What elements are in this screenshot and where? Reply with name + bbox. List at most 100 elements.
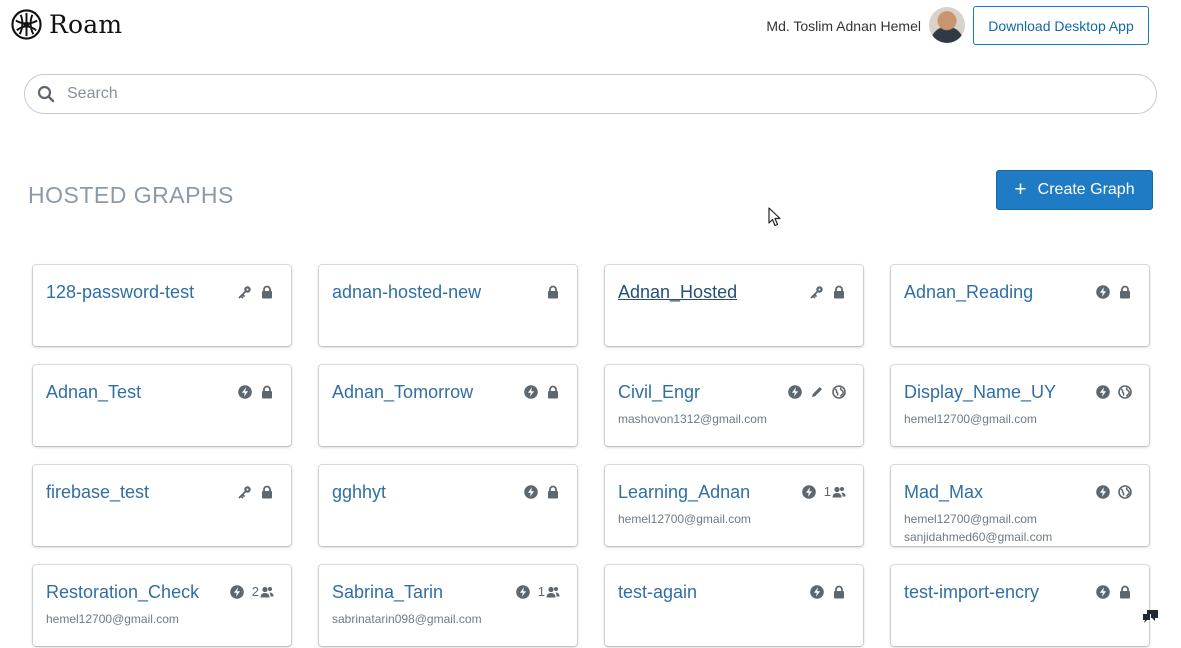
graph-name-link[interactable]: Adnan_Hosted [618, 282, 737, 303]
graph-name-link[interactable]: test-import-encry [904, 582, 1039, 603]
graph-card[interactable]: Sabrina_Tarin 1 sabrinatarin098@gmail.com [319, 565, 577, 646]
bolt-icon [515, 584, 530, 599]
graph-name-link[interactable]: 128-password-test [46, 282, 194, 303]
graph-status-icons: 2 [229, 584, 274, 599]
people-icon [546, 585, 560, 599]
graph-owner-emails: hemel12700@gmail.com [618, 510, 751, 528]
owner-email: sanjidahmed60@gmail.com [904, 530, 1053, 544]
lock-icon [1118, 285, 1132, 299]
bolt-icon [801, 484, 816, 499]
create-graph-label: Create Graph [1037, 181, 1135, 198]
graph-owner-emails: hemel12700@gmail.com sanjidahmed60@gmail.… [904, 510, 1052, 546]
graph-name-link[interactable]: Mad_Max [904, 482, 983, 503]
graph-status-icons [810, 584, 846, 599]
owner-email: hemel12700@gmail.com [904, 512, 1037, 526]
roam-logo-icon [11, 9, 42, 40]
lock-icon [832, 585, 846, 599]
shared-count: 1 [823, 484, 831, 499]
graph-name-link[interactable]: Civil_Engr [618, 382, 700, 403]
search-bar[interactable] [24, 74, 1157, 114]
graph-card[interactable]: Restoration_Check 2 hemel12700@gmail.com [33, 565, 291, 646]
graph-card[interactable]: Learning_Adnan 1 hemel12700@gmail.com [605, 465, 863, 546]
graph-owner-emails: hemel12700@gmail.com [904, 410, 1037, 428]
graph-card[interactable]: firebase_test [33, 465, 291, 546]
section-title-hosted-graphs: HOSTED GRAPHS [28, 182, 234, 208]
lock-icon [546, 485, 560, 499]
graph-card[interactable]: 128-password-test [33, 265, 291, 346]
shared-count: 2 [251, 584, 259, 599]
graph-name-link[interactable]: Restoration_Check [46, 582, 199, 603]
shared-users: 2 [252, 584, 274, 599]
graph-name-link[interactable]: Display_Name_UY [904, 382, 1056, 403]
graph-card[interactable]: Display_Name_UY hemel12700@gmail.com [891, 365, 1149, 446]
globe-icon [1118, 384, 1132, 399]
shared-count: 1 [537, 584, 545, 599]
graph-card[interactable]: Mad_Max hemel12700@gmail.com sanjidahmed60… [891, 465, 1149, 546]
people-icon [260, 585, 274, 599]
graph-name-link[interactable]: gghhyt [332, 482, 386, 503]
lock-icon [260, 385, 274, 399]
graph-status-icons [238, 284, 274, 299]
lock-icon [546, 285, 560, 299]
key-icon [238, 285, 252, 299]
graph-status-icons [238, 384, 274, 399]
graph-status-icons [1096, 584, 1132, 599]
shared-users: 1 [824, 484, 846, 499]
lock-icon [260, 285, 274, 299]
graph-card[interactable]: test-import-encry [891, 565, 1149, 646]
graph-name-link[interactable]: adnan-hosted-new [332, 282, 481, 303]
graph-card[interactable]: Adnan_Hosted [605, 265, 863, 346]
bolt-icon [1096, 484, 1110, 499]
graph-status-icons [546, 284, 560, 299]
download-desktop-app-button[interactable]: Download Desktop App [973, 6, 1149, 45]
top-bar: Roam Md. Toslim Adnan Hemel Download Des… [0, 0, 1181, 52]
mouse-cursor-icon [768, 207, 781, 227]
search-icon [37, 85, 55, 103]
graph-name-link[interactable]: Adnan_Test [46, 382, 141, 403]
graph-card[interactable]: gghhyt [319, 465, 577, 546]
user-name: Md. Toslim Adnan Hemel [766, 18, 921, 34]
graph-status-icons: 1 [515, 584, 560, 599]
lock-icon [260, 485, 274, 499]
avatar[interactable] [929, 7, 965, 43]
lock-icon [546, 385, 560, 399]
graph-card[interactable]: Adnan_Reading [891, 265, 1149, 346]
plus-icon: + [1014, 177, 1027, 201]
owner-email: hemel12700@gmail.com [46, 612, 179, 626]
roam-logo[interactable]: Roam [11, 9, 122, 40]
graph-card[interactable]: Adnan_Test [33, 365, 291, 446]
graph-status-icons [788, 384, 846, 399]
pencil-icon [810, 385, 824, 399]
bolt-icon [238, 384, 252, 399]
graph-status-icons [1096, 284, 1132, 299]
owner-email: sabrinatarin098@gmail.com [332, 612, 482, 626]
graph-status-icons [524, 484, 560, 499]
graph-name-link[interactable]: Adnan_Reading [904, 282, 1033, 303]
chat-icon[interactable] [1142, 608, 1160, 626]
shared-users: 1 [538, 584, 560, 599]
search-input[interactable] [67, 85, 1067, 103]
graph-name-link[interactable]: Adnan_Tomorrow [332, 382, 473, 403]
app-name: Roam [49, 10, 123, 39]
graph-card[interactable]: Civil_Engr mashovon1312@gmail.com [605, 365, 863, 446]
graph-status-icons [524, 384, 560, 399]
graph-status-icons: 1 [801, 484, 846, 499]
graph-card[interactable]: adnan-hosted-new [319, 265, 577, 346]
graph-name-link[interactable]: test-again [618, 582, 697, 603]
graph-name-link[interactable]: Sabrina_Tarin [332, 582, 443, 603]
graph-status-icons [1096, 384, 1132, 399]
bolt-icon [524, 384, 538, 399]
graph-owner-emails: mashovon1312@gmail.com [618, 410, 767, 428]
create-graph-button[interactable]: + Create Graph [996, 170, 1153, 210]
graph-card[interactable]: Adnan_Tomorrow [319, 365, 577, 446]
graph-owner-emails: sabrinatarin098@gmail.com [332, 610, 482, 628]
bolt-icon [1096, 284, 1110, 299]
graph-name-link[interactable]: Learning_Adnan [618, 482, 750, 503]
bolt-icon [524, 484, 538, 499]
bolt-icon [229, 584, 244, 599]
graph-status-icons [810, 284, 846, 299]
graph-grid: 128-password-test adnan-hosted-new Adnan_H… [33, 265, 1149, 646]
globe-icon [1118, 484, 1132, 499]
graph-card[interactable]: test-again [605, 565, 863, 646]
graph-name-link[interactable]: firebase_test [46, 482, 149, 503]
